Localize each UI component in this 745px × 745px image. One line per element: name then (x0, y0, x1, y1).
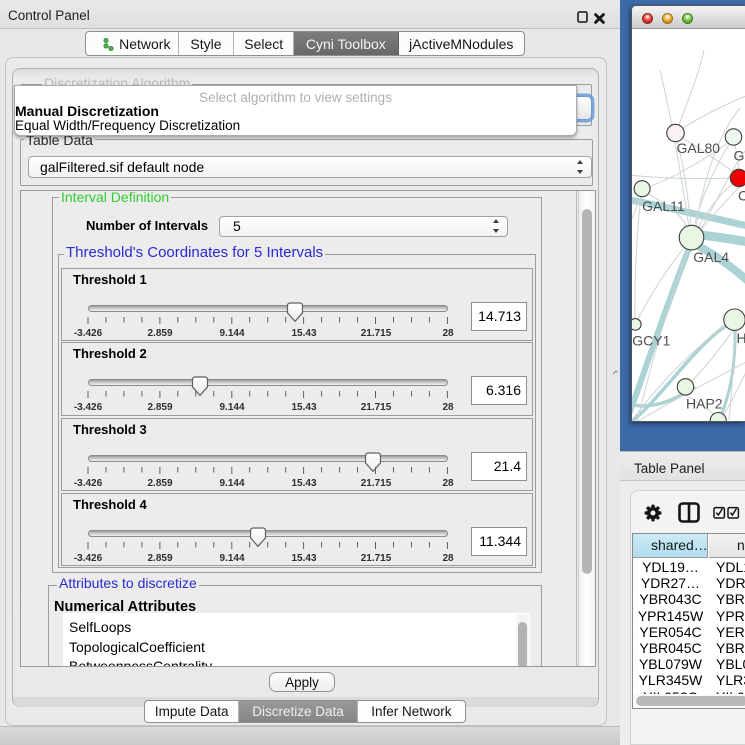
svg-text:GCY1: GCY1 (632, 332, 670, 348)
svg-text:GAL4: GAL4 (693, 249, 729, 265)
svg-text:GAL11: GAL11 (642, 198, 685, 214)
svg-text:H: H (737, 330, 745, 346)
svg-text:GAL80: GAL80 (677, 140, 721, 156)
svg-text:HAP2: HAP2 (686, 396, 723, 412)
svg-text:C: C (738, 188, 745, 204)
svg-text:G.: G. (734, 148, 745, 164)
